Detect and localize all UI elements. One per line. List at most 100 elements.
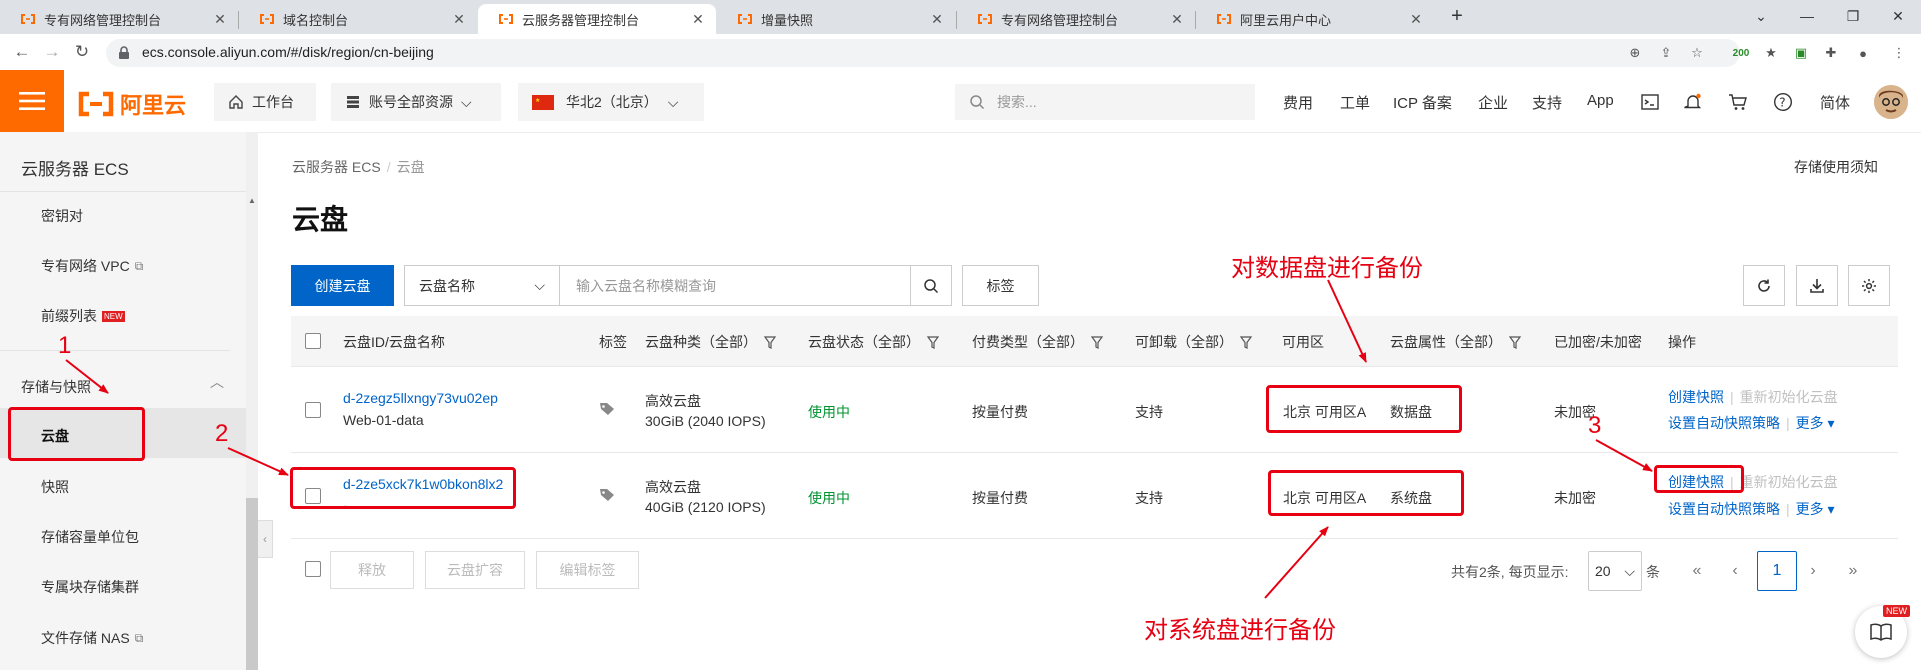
minimize-icon[interactable]: — [1784, 0, 1830, 32]
back-arrow-icon[interactable]: ← [8, 40, 36, 64]
browser-menu-icon[interactable]: ⋮ [1888, 43, 1910, 63]
language-switch[interactable]: 简体 [1820, 92, 1850, 113]
header-link-support[interactable]: 支持 [1532, 92, 1562, 113]
sidebar-item-dedicated-block[interactable]: 专属块存储集群 [41, 577, 139, 597]
reinit-disk-link[interactable]: 重新初始化云盘 [1740, 474, 1838, 490]
more-dropdown[interactable]: 更多 ▾ [1796, 501, 1835, 517]
lock-icon[interactable] [118, 46, 130, 60]
new-tab-icon[interactable]: + [1442, 0, 1472, 32]
disk-spec: 40GiB (2120 IOPS) [645, 499, 766, 515]
bulk-select-checkbox[interactable] [305, 561, 321, 577]
row-checkbox[interactable] [305, 402, 321, 418]
workbench-button[interactable]: 工作台 [214, 83, 316, 121]
first-page-icon[interactable]: « [1678, 552, 1716, 590]
bookmark-star-icon[interactable]: ☆ [1686, 43, 1708, 63]
next-page-icon[interactable]: › [1794, 552, 1832, 590]
sidebar-item-snapshots[interactable]: 快照 [41, 477, 69, 497]
global-search-input[interactable]: 搜索... [955, 84, 1255, 120]
scroll-up-icon[interactable]: ▲ [248, 196, 256, 205]
reload-icon[interactable]: ↻ [68, 40, 96, 64]
breadcrumb-link[interactable]: 云服务器 ECS [292, 159, 381, 175]
sidebar-item-storage-capacity[interactable]: 存储容量单位包 [41, 527, 139, 547]
caret-down-icon: ▾ [1827, 415, 1835, 431]
current-page-button[interactable]: 1 [1757, 551, 1797, 591]
sidebar-collapse-handle[interactable]: ‹ [258, 520, 273, 558]
window-close-icon[interactable]: ✕ [1875, 0, 1921, 32]
extension-badge-icon[interactable]: 200 [1730, 43, 1752, 63]
share-icon[interactable]: ⇪ [1655, 43, 1677, 63]
sidebar-group-storage[interactable]: 存储与快照 [21, 377, 91, 397]
cart-icon[interactable] [1725, 89, 1751, 115]
browser-tab[interactable]: 专有网络管理控制台 ✕ [957, 4, 1195, 34]
close-icon[interactable]: ✕ [1408, 11, 1424, 28]
tab-search-chevron-icon[interactable]: ⌄ [1738, 0, 1784, 32]
export-button[interactable] [1796, 265, 1838, 306]
url-text[interactable]: ecs.console.aliyun.com/#/disk/region/cn-… [142, 44, 434, 60]
close-icon[interactable]: ✕ [690, 11, 706, 28]
close-icon[interactable]: ✕ [929, 11, 945, 28]
sidebar-item-vpc[interactable]: 专有网络 VPC ⧉ [41, 256, 143, 276]
sidebar-item-prefix-list[interactable]: 前缀列表 NEW [41, 306, 125, 326]
column-header-detachable[interactable]: 可卸载（全部） [1135, 332, 1252, 352]
page-size-select[interactable]: 20 ⌵ [1588, 551, 1642, 591]
auto-snapshot-policy-link[interactable]: 设置自动快照策略 [1668, 501, 1780, 517]
resource-scope-dropdown[interactable]: 账号全部资源 ⌵ [331, 83, 501, 121]
aliyun-logo[interactable]: 阿里云 [78, 88, 186, 120]
edit-tags-button[interactable]: 编辑标签 [536, 551, 639, 589]
sidebar-item-nas[interactable]: 文件存储 NAS ⧉ [41, 628, 143, 648]
puzzle-icon[interactable]: ✚ [1820, 43, 1842, 63]
region-dropdown[interactable]: ★ 华北2（北京） ⌵ [518, 83, 704, 121]
header-link-app[interactable]: App [1587, 92, 1614, 109]
storage-notice-link[interactable]: 存储使用须知 [1794, 157, 1878, 177]
expand-disk-button[interactable]: 云盘扩容 [425, 551, 525, 589]
sidebar-item-key-pairs[interactable]: 密钥对 [41, 206, 83, 226]
browser-tab-active[interactable]: 云服务器管理控制台 ✕ [478, 4, 716, 34]
browser-tab[interactable]: 增量快照 ✕ [717, 4, 955, 34]
filter-select[interactable]: 云盘名称 ⌵ [404, 265, 560, 306]
more-dropdown[interactable]: 更多 ▾ [1796, 415, 1835, 431]
disk-name-search-input[interactable]: 输入云盘名称模糊查询 [559, 265, 911, 306]
cloud-shell-icon[interactable] [1637, 89, 1663, 115]
extension-icon[interactable]: ▣ [1790, 43, 1812, 63]
select-all-checkbox[interactable] [305, 333, 321, 349]
browser-tab[interactable]: 域名控制台 ✕ [239, 4, 477, 34]
scrollbar-thumb[interactable] [246, 498, 258, 670]
close-icon[interactable]: ✕ [212, 11, 228, 28]
header-link-icp[interactable]: ICP 备案 [1393, 92, 1452, 113]
settings-button[interactable] [1848, 265, 1890, 306]
bell-icon[interactable] [1680, 89, 1706, 115]
browser-tab[interactable]: 阿里云用户中心 ✕ [1196, 4, 1434, 34]
zoom-icon[interactable]: ⊕ [1624, 43, 1646, 63]
prev-page-icon[interactable]: ‹ [1716, 552, 1754, 590]
tag-filter-button[interactable]: 标签 [962, 265, 1039, 306]
star-extension-icon[interactable]: ★ [1760, 43, 1782, 63]
header-link-fees[interactable]: 费用 [1283, 92, 1313, 113]
create-disk-button[interactable]: 创建云盘 [291, 265, 394, 306]
create-snapshot-link[interactable]: 创建快照 [1668, 389, 1724, 405]
column-header-billing[interactable]: 付费类型（全部） [972, 332, 1103, 352]
hamburger-menu-button[interactable] [0, 70, 64, 132]
reinit-disk-link[interactable]: 重新初始化云盘 [1740, 389, 1838, 405]
close-icon[interactable]: ✕ [451, 11, 467, 28]
column-header-status[interactable]: 云盘状态（全部） [808, 332, 939, 352]
profile-icon[interactable]: ● [1852, 43, 1874, 63]
avatar[interactable] [1874, 85, 1908, 119]
column-header-attribute[interactable]: 云盘属性（全部） [1390, 332, 1521, 352]
maximize-icon[interactable]: ❐ [1830, 0, 1876, 32]
browser-tab[interactable]: 专有网络管理控制台 ✕ [0, 4, 238, 34]
column-header-disk-type[interactable]: 云盘种类（全部） [645, 332, 776, 352]
refresh-button[interactable] [1743, 265, 1785, 306]
search-button[interactable] [910, 265, 952, 306]
tag-icon[interactable] [599, 402, 615, 416]
help-icon[interactable]: ? [1770, 89, 1796, 115]
release-button[interactable]: 释放 [330, 551, 414, 589]
header-link-tickets[interactable]: 工单 [1340, 92, 1370, 113]
tag-icon[interactable] [599, 488, 615, 502]
last-page-icon[interactable]: » [1834, 552, 1872, 590]
auto-snapshot-policy-link[interactable]: 设置自动快照策略 [1668, 415, 1780, 431]
close-icon[interactable]: ✕ [1169, 11, 1185, 28]
header-link-enterprise[interactable]: 企业 [1478, 92, 1508, 113]
disk-id-link[interactable]: d-2zegz5llxngy73vu02ep [343, 390, 498, 406]
chevron-up-icon[interactable]: ︿ [210, 372, 224, 392]
forward-arrow-icon[interactable]: → [38, 40, 66, 64]
